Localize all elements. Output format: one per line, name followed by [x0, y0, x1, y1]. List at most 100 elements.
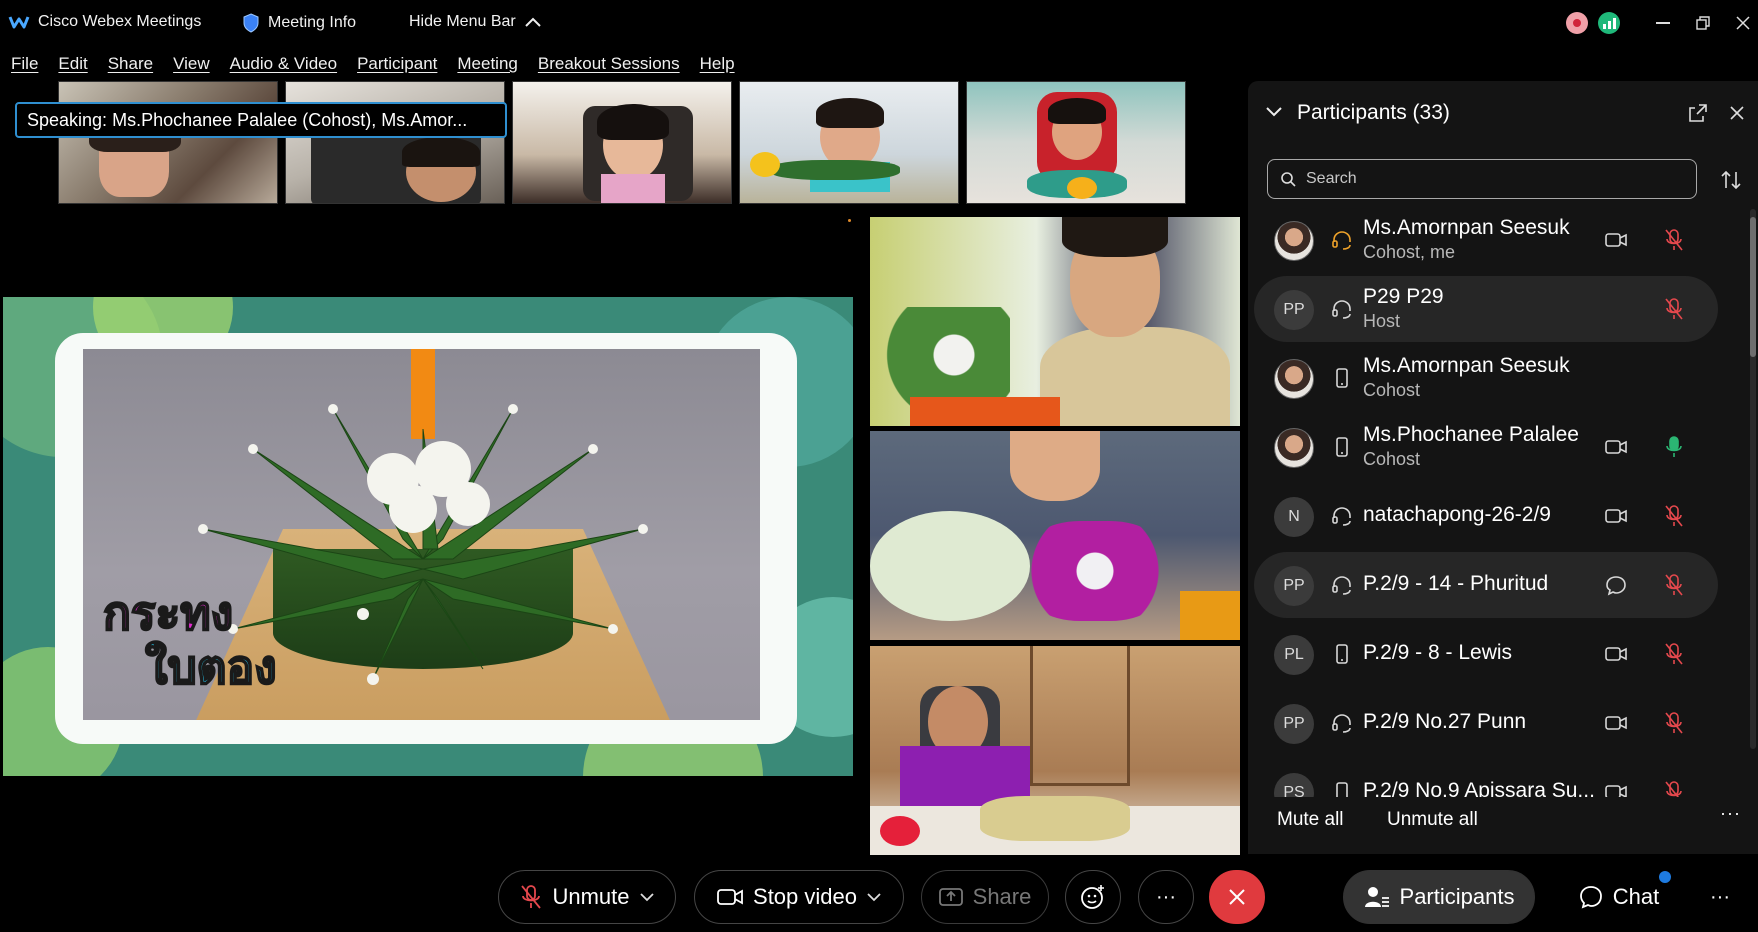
participant-row[interactable]: Nnatachapong-26-2/9	[1254, 483, 1718, 549]
participant-row[interactable]: PP P29 P29 Host	[1254, 276, 1718, 342]
mic-muted-icon[interactable]	[1662, 503, 1686, 529]
participant-row[interactable]: PP P.2/9 - 14 - Phuritud	[1254, 552, 1718, 618]
menu-bar: File Edit Share View Audio & Video Parti…	[0, 48, 755, 78]
meeting-info-button[interactable]: Meeting Info	[242, 13, 356, 33]
video-thumbnail[interactable]	[285, 81, 505, 204]
unread-badge	[1659, 871, 1671, 883]
reactions-button[interactable]	[1065, 870, 1121, 924]
video-tile[interactable]	[870, 646, 1240, 855]
close-panel-icon[interactable]	[1729, 105, 1745, 121]
close-window-icon[interactable]	[1728, 8, 1758, 38]
speaking-label: Speaking:	[27, 110, 108, 130]
scrollbar-thumb[interactable]	[1750, 217, 1756, 357]
search-input[interactable]	[1306, 170, 1686, 188]
avatar: PL	[1274, 635, 1314, 675]
sort-icon[interactable]	[1720, 169, 1742, 191]
avatar	[1274, 221, 1314, 261]
phone-icon	[1330, 366, 1354, 390]
share-label: Share	[972, 884, 1032, 909]
participant-role: Cohost	[1363, 380, 1421, 400]
avatar: N	[1274, 497, 1314, 537]
chat-button[interactable]: Chat	[1558, 870, 1680, 924]
video-tile[interactable]	[870, 431, 1240, 640]
avatar	[1274, 359, 1314, 399]
video-thumbnail[interactable]	[739, 81, 959, 204]
mic-muted-icon[interactable]	[1662, 710, 1686, 736]
chevron-down-icon[interactable]	[867, 892, 881, 902]
stop-video-label: Stop video	[753, 884, 857, 909]
participant-name: P29 P29	[1363, 285, 1444, 308]
menu-help[interactable]: Help	[700, 48, 735, 78]
participant-row[interactable]: Ms.Phochanee Palalee Cohost	[1254, 414, 1718, 480]
video-thumbnail[interactable]	[58, 81, 278, 204]
network-health-icon[interactable]	[1598, 12, 1620, 34]
video-thumbnail[interactable]	[512, 81, 732, 204]
avatar: PP	[1274, 566, 1314, 606]
phone-icon	[1330, 642, 1354, 666]
shared-content-stage[interactable]: กระทง ใบตอง	[3, 297, 853, 776]
participant-row[interactable]: PP P.2/9 No.27 Punn	[1254, 690, 1718, 756]
menu-view[interactable]: View	[173, 48, 210, 78]
participant-name: P.2/9 - 14 - Phuritud	[1363, 572, 1549, 595]
unmute-label: Unmute	[552, 884, 630, 909]
headset-icon	[1330, 711, 1354, 735]
video-on-icon	[1604, 505, 1628, 527]
video-on-icon	[1604, 781, 1628, 797]
chevron-down-icon[interactable]	[1265, 106, 1283, 118]
mic-active-icon[interactable]	[1662, 434, 1686, 460]
unmute-button[interactable]: Unmute	[498, 870, 676, 924]
video-on-icon	[1604, 436, 1628, 458]
more-options-icon[interactable]: ···	[1692, 870, 1748, 924]
pop-out-icon[interactable]	[1688, 103, 1708, 123]
stop-video-button[interactable]: Stop video	[694, 870, 904, 924]
chevron-down-icon[interactable]	[639, 892, 654, 902]
participant-name: natachapong-26-2/9	[1363, 503, 1551, 526]
search-icon	[1281, 172, 1296, 187]
title-bar: Cisco Webex Meetings Meeting Info Hide M…	[0, 0, 1758, 46]
participant-name: Ms.Amornpan Seesuk	[1363, 354, 1570, 377]
caption-line-2: ใบตอง	[144, 639, 278, 695]
participant-search-field[interactable]	[1267, 159, 1697, 199]
participant-row[interactable]: PS P.2/9 No.9 Apissara Su...	[1254, 759, 1718, 797]
chat-icon[interactable]	[1604, 574, 1628, 596]
hide-menu-bar-label: Hide Menu Bar	[409, 13, 516, 30]
participant-role: Cohost, me	[1363, 242, 1456, 262]
restore-icon[interactable]	[1688, 8, 1718, 38]
menu-share[interactable]: Share	[108, 48, 153, 78]
video-thumbnail[interactable]	[966, 81, 1186, 204]
menu-audio-video[interactable]: Audio & Video	[230, 48, 337, 78]
menu-edit[interactable]: Edit	[58, 48, 87, 78]
menu-meeting[interactable]: Meeting	[457, 48, 517, 78]
mic-muted-icon[interactable]	[1662, 227, 1686, 253]
participant-name: Ms.Phochanee Palalee	[1363, 423, 1579, 446]
avatar: PP	[1274, 704, 1314, 744]
hide-menu-bar-button[interactable]: Hide Menu Bar	[409, 13, 542, 31]
chat-label: Chat	[1612, 884, 1660, 909]
video-tile[interactable]	[870, 217, 1240, 426]
participant-row[interactable]: Ms.Amornpan Seesuk Cohost	[1254, 345, 1718, 411]
menu-participant[interactable]: Participant	[357, 48, 437, 78]
participants-panel: Participants (33) Ms.Amornpan Seesuk Coho…	[1248, 81, 1758, 854]
recording-indicator-icon[interactable]	[1566, 12, 1588, 34]
mic-muted-icon[interactable]	[1662, 641, 1686, 667]
menu-breakout-sessions[interactable]: Breakout Sessions	[538, 48, 680, 78]
more-options-icon[interactable]: ···	[1138, 870, 1194, 924]
share-button[interactable]: Share	[921, 870, 1049, 924]
mic-muted-icon[interactable]	[1662, 572, 1686, 598]
participant-row[interactable]: Ms.Amornpan Seesuk Cohost, me	[1254, 207, 1718, 273]
participant-role: Host	[1363, 311, 1401, 331]
mic-muted-icon[interactable]	[1662, 779, 1686, 797]
shield-icon	[243, 13, 259, 33]
mic-muted-icon[interactable]	[1662, 296, 1686, 322]
leave-meeting-button[interactable]	[1209, 870, 1265, 924]
mic-muted-icon	[521, 885, 542, 909]
participant-name: P.2/9 No.27 Punn	[1363, 710, 1527, 733]
menu-file[interactable]: File	[11, 48, 38, 78]
list-scrollbar[interactable]	[1750, 209, 1756, 749]
unmute-all-button[interactable]: Unmute all	[1387, 809, 1478, 831]
more-options-icon[interactable]: ···	[1720, 803, 1741, 824]
participant-row[interactable]: PL P.2/9 - 8 - Lewis	[1254, 621, 1718, 687]
mute-all-button[interactable]: Mute all	[1277, 809, 1344, 831]
participants-button[interactable]: Participants	[1343, 870, 1535, 924]
minimize-icon[interactable]	[1648, 8, 1678, 38]
